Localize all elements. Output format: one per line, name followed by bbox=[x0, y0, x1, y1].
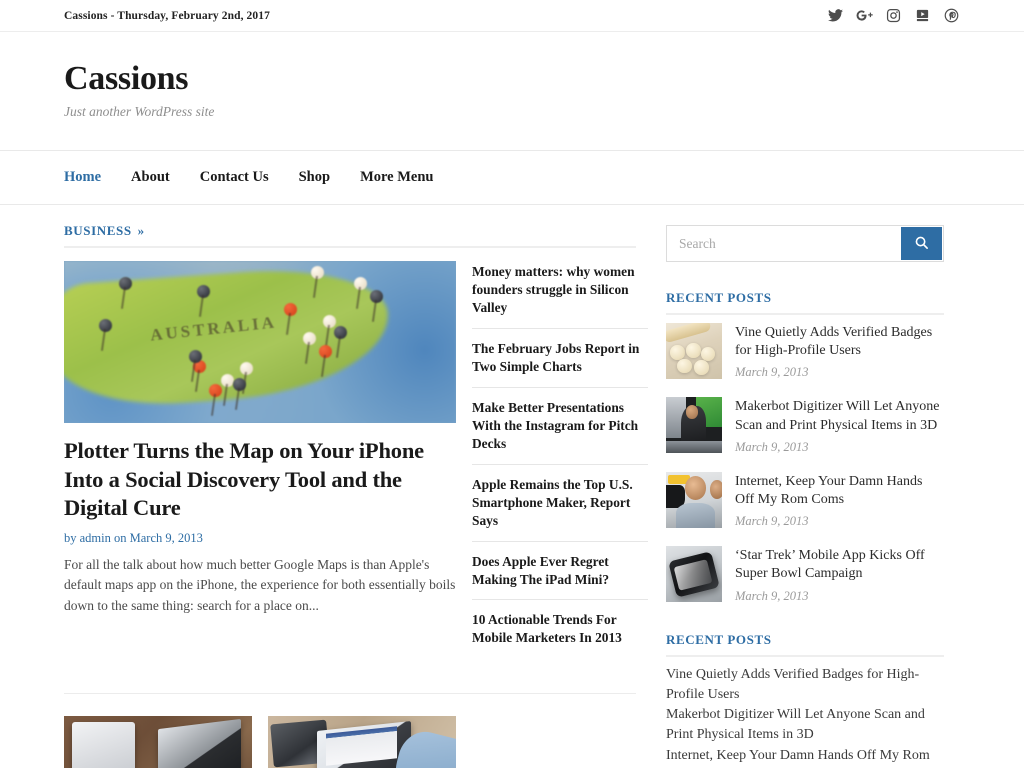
nav-item-more-menu[interactable]: More Menu bbox=[360, 169, 433, 186]
masthead: Cassions Just another WordPress site bbox=[0, 32, 1024, 151]
search-input[interactable] bbox=[667, 226, 901, 261]
featured-article: AUSTRALIA bbox=[64, 261, 456, 669]
featured-article-excerpt: For all the talk about how much better G… bbox=[64, 555, 456, 617]
recent-posts-plain-list: Vine Quietly Adds Verified Badges for Hi… bbox=[666, 665, 940, 766]
recent-post-body: ‘Star Trek’ Mobile App Kicks Off Super B… bbox=[735, 546, 940, 603]
headline-item[interactable]: The February Jobs Report in Two Simple C… bbox=[472, 340, 648, 388]
headline-item[interactable]: Make Better Presentations With the Insta… bbox=[472, 399, 648, 465]
site-date-line: Cassions - Thursday, February 2nd, 2017 bbox=[64, 10, 270, 22]
recent-post-thumbnail[interactable] bbox=[666, 472, 722, 528]
page-wrapper: BUSINESS » AUSTRALIA bbox=[0, 205, 1024, 768]
nav-item-shop[interactable]: Shop bbox=[299, 169, 330, 186]
recent-post-date: March 9, 2013 bbox=[735, 589, 940, 604]
site-title[interactable]: Cassions bbox=[64, 60, 960, 98]
headline-item[interactable]: Apple Remains the Top U.S. Smartphone Ma… bbox=[472, 476, 648, 542]
headline-item[interactable]: Money matters: why women founders strugg… bbox=[472, 263, 648, 329]
search-icon bbox=[914, 235, 929, 253]
article-card-image[interactable] bbox=[268, 716, 456, 768]
instagram-icon[interactable] bbox=[885, 7, 902, 24]
nav-item-contact-us[interactable]: Contact Us bbox=[200, 169, 269, 186]
recent-post-item[interactable]: Internet, Keep Your Damn Hands Off My Ro… bbox=[666, 472, 940, 529]
recent-post-item[interactable]: ‘Star Trek’ Mobile App Kicks Off Super B… bbox=[666, 546, 940, 603]
article-card-image[interactable] bbox=[64, 716, 252, 768]
site-tagline: Just another WordPress site bbox=[64, 104, 960, 120]
featured-article-meta[interactable]: by admin on March 9, 2013 bbox=[64, 531, 456, 546]
recent-post-title[interactable]: Makerbot Digitizer Will Let Anyone Scan … bbox=[735, 398, 940, 434]
main-content: BUSINESS » AUSTRALIA bbox=[64, 205, 660, 768]
recent-post-link[interactable]: Internet, Keep Your Damn Hands Off My Ro… bbox=[666, 746, 940, 766]
recent-post-thumbnail[interactable] bbox=[666, 397, 722, 453]
recent-posts-plain-title: RECENT POSTS bbox=[666, 632, 944, 657]
recent-post-link[interactable]: Makerbot Digitizer Will Let Anyone Scan … bbox=[666, 705, 940, 746]
article-card-grid: Yahoo Killing Message Boards Site and Ot… bbox=[64, 693, 636, 768]
nav-list: Home About Contact Us Shop More Menu bbox=[64, 169, 433, 186]
featured-article-title[interactable]: Plotter Turns the Map on Your iPhone Int… bbox=[64, 437, 456, 523]
recent-post-body: Makerbot Digitizer Will Let Anyone Scan … bbox=[735, 397, 940, 454]
headline-column: Money matters: why women founders strugg… bbox=[472, 261, 648, 669]
recent-post-title[interactable]: Vine Quietly Adds Verified Badges for Hi… bbox=[735, 324, 940, 360]
chevron-right-icon[interactable]: » bbox=[138, 223, 145, 239]
recent-post-link[interactable]: Vine Quietly Adds Verified Badges for Hi… bbox=[666, 665, 940, 706]
section-heading: BUSINESS » bbox=[64, 223, 636, 248]
recent-posts-plain-widget: RECENT POSTS Vine Quietly Adds Verified … bbox=[666, 632, 940, 766]
social-links bbox=[827, 7, 960, 24]
top-bar: Cassions - Thursday, February 2nd, 2017 bbox=[0, 0, 1024, 32]
recent-post-thumbnail[interactable] bbox=[666, 323, 722, 379]
twitter-icon[interactable] bbox=[827, 7, 844, 24]
recent-post-body: Vine Quietly Adds Verified Badges for Hi… bbox=[735, 323, 940, 380]
recent-posts-list: Vine Quietly Adds Verified Badges for Hi… bbox=[666, 323, 940, 604]
recent-post-date: March 9, 2013 bbox=[735, 514, 940, 529]
content-columns: AUSTRALIA bbox=[64, 261, 636, 669]
recent-post-body: Internet, Keep Your Damn Hands Off My Ro… bbox=[735, 472, 940, 529]
headline-item[interactable]: 10 Actionable Trends For Mobile Marketer… bbox=[472, 611, 648, 658]
headline-list: Money matters: why women founders strugg… bbox=[472, 263, 648, 658]
recent-post-date: March 9, 2013 bbox=[735, 440, 940, 455]
primary-navigation: Home About Contact Us Shop More Menu bbox=[0, 151, 1024, 205]
recent-posts-widget: RECENT POSTS Vine Quietly Adds Verified … bbox=[666, 290, 940, 604]
article-card: Yahoo Killing Message Boards Site and Ot… bbox=[64, 716, 252, 768]
article-card: Beyond Facebook: 7 Social Networks You S… bbox=[268, 716, 456, 768]
recent-posts-widget-title: RECENT POSTS bbox=[666, 290, 944, 315]
search-widget bbox=[666, 225, 944, 262]
recent-post-title[interactable]: ‘Star Trek’ Mobile App Kicks Off Super B… bbox=[735, 547, 940, 583]
pinterest-icon[interactable] bbox=[943, 7, 960, 24]
section-heading-label[interactable]: BUSINESS bbox=[64, 223, 132, 239]
sidebar: RECENT POSTS Vine Quietly Adds Verified … bbox=[660, 205, 940, 768]
youtube-icon[interactable] bbox=[914, 7, 931, 24]
featured-image[interactable]: AUSTRALIA bbox=[64, 261, 456, 423]
recent-post-date: March 9, 2013 bbox=[735, 365, 940, 380]
search-button[interactable] bbox=[901, 227, 942, 260]
nav-item-about[interactable]: About bbox=[131, 169, 170, 186]
headline-item[interactable]: Does Apple Ever Regret Making The iPad M… bbox=[472, 553, 648, 601]
google-plus-icon[interactable] bbox=[856, 7, 873, 24]
recent-post-item[interactable]: Vine Quietly Adds Verified Badges for Hi… bbox=[666, 323, 940, 380]
recent-post-title[interactable]: Internet, Keep Your Damn Hands Off My Ro… bbox=[735, 473, 940, 509]
recent-post-item[interactable]: Makerbot Digitizer Will Let Anyone Scan … bbox=[666, 397, 940, 454]
nav-item-home[interactable]: Home bbox=[64, 169, 101, 186]
recent-post-thumbnail[interactable] bbox=[666, 546, 722, 602]
